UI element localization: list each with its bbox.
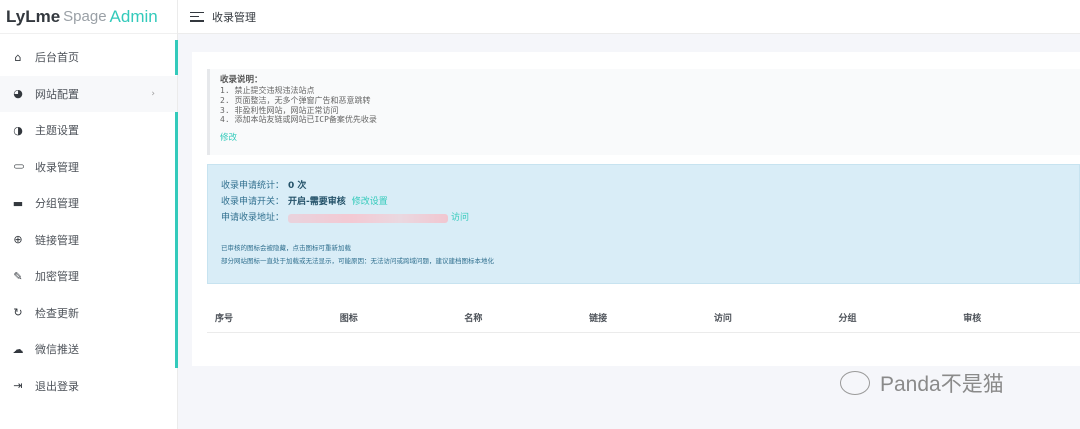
url-label: 申请收录地址：	[221, 213, 285, 223]
sidebar-item-check-update[interactable]: ↻ 检查更新	[0, 295, 177, 332]
folder-icon: ▬	[12, 196, 24, 210]
switch-label: 收录申请开关：	[221, 197, 285, 207]
modify-settings-link[interactable]: 修改设置	[352, 194, 388, 210]
sidebar-item-groups[interactable]: ▬ 分组管理	[0, 185, 177, 222]
globe-icon: ⊕	[13, 233, 23, 247]
sidebar-menu: ⌂ 后台首页 ◕ 网站配置 › ◑ 主题设置 ⊂⊃ 收录管理 ▬ 分组管理 ⊕ …	[0, 39, 177, 404]
sidebar-item-label: 链接管理	[35, 233, 79, 247]
sidebar-item-label: 收录管理	[35, 160, 79, 174]
main-card: 收录说明： 1. 禁止提交违规违法站点 2. 页面整洁，无多个弹窗广告和恶意跳转…	[192, 52, 1080, 366]
col-header-icon: 图标	[331, 304, 457, 333]
palette-icon: ◕	[13, 87, 23, 101]
refresh-icon: ↻	[13, 306, 23, 320]
sidebar-item-label: 微信推送	[35, 343, 79, 357]
col-header-link: 链接	[581, 304, 706, 333]
logo[interactable]: LyLme Spage Admin	[0, 0, 177, 34]
col-header-visit: 访问	[705, 304, 831, 333]
sidebar-item-wechat[interactable]: ☁ 微信推送	[0, 331, 177, 368]
sidebar-item-submissions[interactable]: ⊂⊃ 收录管理	[0, 149, 177, 186]
watermark: Panda不是猫	[840, 368, 1004, 398]
sidebar-item-links[interactable]: ⊕ 链接管理	[0, 222, 177, 259]
chevron-right-icon: ›	[151, 88, 155, 99]
menu-toggle-icon[interactable]	[190, 11, 204, 22]
logo-text-admin: Admin	[109, 6, 158, 26]
sidebar-item-label: 后台首页	[35, 51, 79, 65]
sidebar-item-logout[interactable]: ⇥ 退出登录	[0, 368, 177, 405]
col-header-name: 名称	[456, 304, 582, 333]
sidebar-item-label: 主题设置	[35, 124, 79, 138]
logo-text-lylme: LyLme	[6, 6, 61, 26]
wechat-watermark-icon	[840, 371, 870, 395]
logout-icon: ⇥	[13, 379, 23, 393]
switch-value: 开启-需要审核	[288, 197, 346, 207]
page-title: 收录管理	[212, 10, 256, 24]
stats-row: 收录申请统计： 0 次	[221, 178, 1079, 194]
info-note: 部分网站图标一直处于加载或无法显示，可能原因：无法访问或跨域问题，建议建档图标本…	[221, 257, 494, 265]
logo-text-spage: Spage	[63, 8, 107, 25]
sidebar-active-indicator	[175, 40, 178, 75]
home-icon: ⌂	[14, 50, 22, 64]
sidebar-item-home[interactable]: ⌂ 后台首页	[0, 39, 177, 76]
switch-row: 收录申请开关： 开启-需要审核 修改设置	[221, 194, 1079, 210]
sidebar-item-site-config[interactable]: ◕ 网站配置 ›	[0, 75, 177, 112]
sidebar-item-label: 退出登录	[35, 379, 79, 393]
sidebar-item-label: 检查更新	[35, 306, 79, 320]
sidebar-item-label: 网站配置	[35, 87, 79, 101]
sidebar-item-label: 分组管理	[35, 197, 79, 211]
contrast-icon: ◑	[13, 123, 23, 137]
submissions-table: 序号 图标 名称 链接 访问 分组 审核	[207, 304, 1080, 333]
wrench-icon: ✎	[13, 269, 23, 283]
watermark-text: Panda不是猫	[880, 373, 1004, 396]
sidebar-item-label: 加密管理	[35, 270, 79, 284]
link-icon: ⊂⊃	[13, 162, 24, 172]
count-value: 0 次	[288, 181, 307, 191]
notice-line: 2. 页面整洁，无多个弹窗广告和恶意跳转	[220, 95, 371, 105]
col-header-index: 序号	[207, 304, 332, 333]
header: 收录管理	[178, 0, 1080, 34]
count-label: 收录申请统计：	[221, 181, 285, 191]
sidebar-item-theme[interactable]: ◑ 主题设置	[0, 112, 177, 149]
table-header-row: 序号 图标 名称 链接 访问 分组 审核	[207, 304, 1080, 333]
notice-line: 4. 添加本站友链或网站已ICP备案优先收录	[220, 115, 377, 125]
col-header-review: 审核	[955, 304, 1080, 333]
notice-line: 3. 非盈利性网站，网站正常访问	[220, 105, 339, 115]
notice-box: 收录说明： 1. 禁止提交违规违法站点 2. 页面整洁，无多个弹窗广告和恶意跳转…	[207, 69, 1080, 155]
edit-notice-link[interactable]: 修改	[220, 131, 237, 143]
wechat-icon: ☁	[12, 342, 24, 356]
blurred-url	[288, 213, 449, 223]
visit-link[interactable]: 访问	[451, 210, 469, 226]
info-box: 收录申请统计： 0 次 收录申请开关： 开启-需要审核 修改设置 申请收录地址：…	[207, 164, 1080, 284]
sidebar-submenu-indicator	[175, 112, 178, 368]
sidebar-item-encryption[interactable]: ✎ 加密管理	[0, 258, 177, 295]
sidebar: LyLme Spage Admin ⌂ 后台首页 ◕ 网站配置 › ◑ 主题设置…	[0, 0, 178, 429]
notice-title: 收录说明：	[220, 75, 263, 85]
col-header-group: 分组	[830, 304, 956, 333]
info-note: 已审核的图标会被隐藏，点击图标可重新加载	[221, 244, 351, 252]
url-row: 申请收录地址： 访问	[221, 210, 1079, 226]
notice-line: 1. 禁止提交违规违法站点	[220, 86, 315, 95]
